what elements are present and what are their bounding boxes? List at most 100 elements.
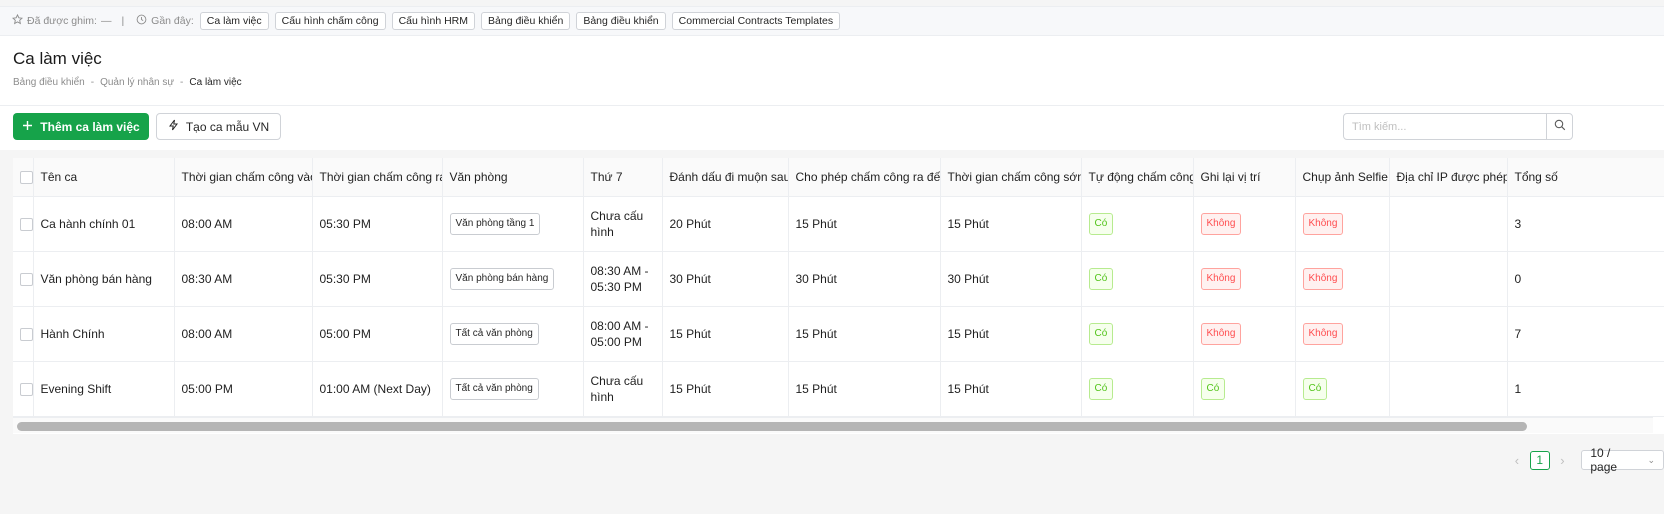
auto-cell: Có xyxy=(1081,306,1194,362)
divider: | xyxy=(121,15,125,27)
page-size-value: 10 / page xyxy=(1590,446,1618,474)
saturday-cell: 08:30 AM - 05:30 PM xyxy=(583,251,663,307)
late-after: 30 Phút xyxy=(662,251,789,307)
create-vn-template-button[interactable]: Tạo ca mẫu VN xyxy=(156,113,281,140)
early-checkin: 30 Phút xyxy=(940,251,1082,307)
create-vn-template-label: Tạo ca mẫu VN xyxy=(185,119,270,134)
early-checkin: 15 Phút xyxy=(940,361,1082,417)
row-checkbox[interactable] xyxy=(20,382,33,396)
checkout-until: 15 Phút xyxy=(788,361,941,417)
total-cell: 0 xyxy=(1507,251,1664,307)
location-cell: Có xyxy=(1193,361,1296,417)
office-tag: Văn phòng bán hàng xyxy=(449,267,555,290)
page-title: Ca làm việc xyxy=(13,49,102,68)
column-header[interactable]: Thời gian chấm công sớm xyxy=(940,158,1082,197)
office-cell: Tất cả văn phòng xyxy=(442,361,584,417)
pinned-group: Đã được ghim: — xyxy=(11,13,111,28)
column-header[interactable]: Tên ca xyxy=(33,158,175,197)
search-input[interactable] xyxy=(1344,114,1546,139)
page-size-select[interactable]: 10 / page ⌄ xyxy=(1581,446,1664,474)
table-header-row: Tên ca Thời gian chấm công vào Thời gian… xyxy=(13,158,1664,197)
breadcrumb-current: Ca làm việc xyxy=(189,77,242,88)
recent-item[interactable]: Commercial Contracts Templates xyxy=(671,12,841,30)
column-header[interactable]: Chụp ảnh Selfie xyxy=(1295,158,1390,197)
auto-cell: Có xyxy=(1081,361,1194,417)
table-row[interactable]: Ca hành chính 01 08:00 AM 05:30 PM Văn p… xyxy=(13,196,1664,252)
recent-item[interactable]: Ca làm việc xyxy=(199,12,269,30)
selfie-cell: Có xyxy=(1295,361,1390,417)
search-button[interactable] xyxy=(1546,114,1572,139)
next-page-icon[interactable]: › xyxy=(1556,453,1570,468)
recent-item[interactable]: Bảng điều khiển xyxy=(481,12,571,30)
breadcrumb-separator: - xyxy=(90,77,95,88)
table-row[interactable]: Hành Chính 08:00 AM 05:00 PM Tất cả văn … xyxy=(13,306,1664,362)
status-badge: Có xyxy=(1088,267,1114,290)
scrollbar-thumb[interactable] xyxy=(17,422,1527,431)
ip-cell xyxy=(1389,196,1508,252)
status-badge: Có xyxy=(1200,377,1226,400)
location-cell: Không xyxy=(1193,251,1296,307)
column-header[interactable]: Địa chỉ IP được phép xyxy=(1389,158,1508,197)
breadcrumb-hr[interactable]: Quản lý nhân sự xyxy=(100,77,174,88)
row-checkbox[interactable] xyxy=(20,217,33,231)
plus-icon xyxy=(22,120,33,134)
column-header[interactable]: Thứ 7 xyxy=(583,158,663,197)
column-header[interactable]: Thời gian chấm công vào xyxy=(174,158,313,197)
table-row[interactable]: Văn phòng bán hàng 08:30 AM 05:30 PM Văn… xyxy=(13,251,1664,307)
search-icon xyxy=(1554,118,1566,136)
column-header[interactable]: Cho phép chấm công ra đến xyxy=(788,158,941,197)
column-header[interactable]: Thời gian chấm công ra xyxy=(312,158,443,197)
check-out-time: 05:00 PM xyxy=(312,306,443,362)
office-tag: Tất cả văn phòng xyxy=(449,322,539,345)
row-checkbox[interactable] xyxy=(20,327,33,341)
row-select-cell xyxy=(13,361,34,417)
current-page[interactable]: 1 xyxy=(1529,450,1550,470)
check-in-time: 08:00 AM xyxy=(174,196,313,252)
status-badge: Có xyxy=(1088,212,1114,235)
late-after: 15 Phút xyxy=(662,306,789,362)
shift-table-container: Tên ca Thời gian chấm công vào Thời gian… xyxy=(13,158,1664,434)
checkout-until: 15 Phút xyxy=(788,306,941,362)
prev-page-icon[interactable]: ‹ xyxy=(1510,453,1524,468)
status-badge: Có xyxy=(1088,322,1114,345)
recent-group: Gần đây: xyxy=(136,14,194,28)
shift-name: Evening Shift xyxy=(33,361,175,417)
pinned-label: Đã được ghim: xyxy=(27,15,97,27)
add-shift-button[interactable]: Thêm ca làm việc xyxy=(13,113,149,140)
checkout-until: 30 Phút xyxy=(788,251,941,307)
saturday-cell: 08:00 AM - 05:00 PM xyxy=(583,306,663,362)
select-all-cell xyxy=(13,158,34,197)
row-select-cell xyxy=(13,196,34,252)
check-out-time: 01:00 AM (Next Day) xyxy=(312,361,443,417)
row-checkbox[interactable] xyxy=(20,272,33,286)
auto-cell: Có xyxy=(1081,251,1194,307)
selfie-cell: Không xyxy=(1295,196,1390,252)
office-tag: Văn phòng tầng 1 xyxy=(449,212,541,235)
row-select-cell xyxy=(13,306,34,362)
status-badge: Không xyxy=(1302,212,1344,235)
page-header: Ca làm việc Bảng điều khiển - Quản lý nh… xyxy=(0,36,1664,106)
shift-name: Văn phòng bán hàng xyxy=(33,251,175,307)
horizontal-scrollbar[interactable] xyxy=(13,417,1653,433)
check-in-time: 05:00 PM xyxy=(174,361,313,417)
office-cell: Văn phòng tầng 1 xyxy=(442,196,584,252)
recent-item[interactable]: Cấu hình HRM xyxy=(391,12,476,30)
status-badge: Không xyxy=(1302,322,1344,345)
total-cell: 7 xyxy=(1507,306,1664,362)
recent-item[interactable]: Bảng điều khiển xyxy=(576,12,666,30)
column-header[interactable]: Ghi lại vị trí xyxy=(1193,158,1296,197)
early-checkin: 15 Phút xyxy=(940,196,1082,252)
recent-item[interactable]: Cấu hình chấm công xyxy=(274,12,386,30)
table-row[interactable]: Evening Shift 05:00 PM 01:00 AM (Next Da… xyxy=(13,361,1664,417)
row-select-cell xyxy=(13,251,34,307)
star-icon xyxy=(11,13,24,28)
shift-name: Hành Chính xyxy=(33,306,175,362)
column-header[interactable]: Tự động chấm công xyxy=(1081,158,1194,197)
breadcrumb-dashboard[interactable]: Bảng điều khiển xyxy=(13,77,85,88)
column-header[interactable]: Đánh dấu đi muộn sau xyxy=(662,158,789,197)
selfie-cell: Không xyxy=(1295,251,1390,307)
select-all-checkbox[interactable] xyxy=(20,170,32,184)
chevron-down-icon: ⌄ xyxy=(1647,454,1655,465)
column-header[interactable]: Tổng số xyxy=(1507,158,1664,197)
column-header[interactable]: Văn phòng xyxy=(442,158,584,197)
